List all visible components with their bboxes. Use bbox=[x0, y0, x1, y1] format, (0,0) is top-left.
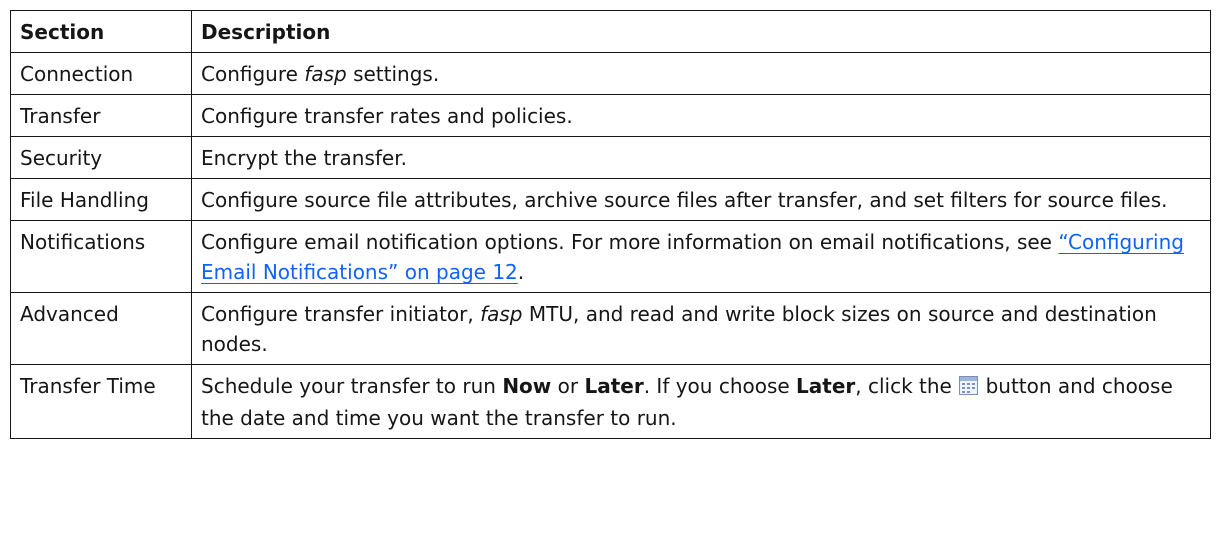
table-row: Transfer Time Schedule your transfer to … bbox=[10, 364, 1211, 439]
description-cell: Configure email notification options. Fo… bbox=[191, 220, 1211, 293]
sections-table: Section Description Connection Configure… bbox=[10, 10, 1211, 439]
description-cell: Encrypt the transfer. bbox=[191, 136, 1211, 179]
section-cell: Connection bbox=[10, 52, 192, 95]
section-cell: Advanced bbox=[10, 292, 192, 365]
emphasis-text: fasp bbox=[480, 302, 523, 326]
table-row: Security Encrypt the transfer. bbox=[10, 136, 1211, 179]
description-cell: Configure fasp settings. bbox=[191, 52, 1211, 95]
table-row: Advanced Configure transfer initiator, f… bbox=[10, 292, 1211, 365]
description-cell: Schedule your transfer to run Now or Lat… bbox=[191, 364, 1211, 439]
section-cell: Transfer bbox=[10, 94, 192, 137]
section-cell: File Handling bbox=[10, 178, 192, 221]
table-row: Notifications Configure email notificati… bbox=[10, 220, 1211, 293]
header-row: Section Description bbox=[10, 10, 1211, 53]
section-cell: Security bbox=[10, 136, 192, 179]
section-cell: Transfer Time bbox=[10, 364, 192, 439]
header-section: Section bbox=[10, 10, 192, 53]
emphasis-text: fasp bbox=[304, 62, 347, 86]
table-row: Connection Configure fasp settings. bbox=[10, 52, 1211, 95]
later-option: Later bbox=[584, 374, 644, 398]
description-cell: Configure transfer rates and policies. bbox=[191, 94, 1211, 137]
header-description: Description bbox=[191, 10, 1211, 53]
description-cell: Configure transfer initiator, fasp MTU, … bbox=[191, 292, 1211, 365]
description-cell: Configure source file attributes, archiv… bbox=[191, 178, 1211, 221]
table-row: File Handling Configure source file attr… bbox=[10, 178, 1211, 221]
calendar-icon bbox=[959, 373, 979, 403]
section-cell: Notifications bbox=[10, 220, 192, 293]
later-option: Later bbox=[796, 374, 856, 398]
table-row: Transfer Configure transfer rates and po… bbox=[10, 94, 1211, 137]
now-option: Now bbox=[502, 374, 552, 398]
